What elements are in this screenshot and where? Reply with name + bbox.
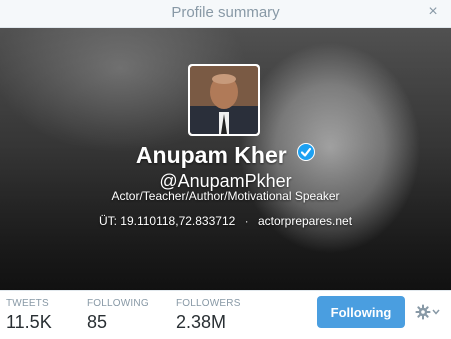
stat-value: 85 xyxy=(87,312,108,332)
avatar[interactable] xyxy=(188,64,260,136)
stat-followers[interactable]: FOLLOWERS 2.38M xyxy=(176,298,241,333)
stat-label: TWEETS xyxy=(6,298,49,309)
dialog-header: Profile summary × xyxy=(0,0,451,28)
close-icon: × xyxy=(428,3,438,20)
profile-name-row: Anupam Kher xyxy=(0,142,451,169)
dialog-title: Profile summary xyxy=(171,4,280,21)
close-button[interactable]: × xyxy=(424,3,442,21)
profile-location: ÜT: 19.110118,72.833712 xyxy=(98,214,236,228)
profile-summary-dialog: Profile summary × Anupam Kher @AnupamPkh… xyxy=(0,0,451,339)
profile-banner: Anupam Kher @AnupamPkher Actor/Teacher/A… xyxy=(0,28,451,290)
profile-name[interactable]: Anupam Kher xyxy=(136,142,287,168)
avatar-image xyxy=(190,66,258,134)
chevron-down-icon xyxy=(432,309,440,315)
following-button[interactable]: Following xyxy=(317,296,405,328)
profile-website-link[interactable]: actorprepares.net xyxy=(258,214,352,228)
stat-value: 2.38M xyxy=(176,312,227,332)
gear-icon xyxy=(415,304,440,320)
stat-value: 11.5K xyxy=(6,312,52,332)
separator: · xyxy=(244,214,249,228)
stat-following[interactable]: FOLLOWING 85 xyxy=(87,298,149,333)
settings-dropdown-button[interactable] xyxy=(413,300,443,324)
profile-bio: Actor/Teacher/Author/Motivational Speake… xyxy=(111,189,340,203)
stat-tweets[interactable]: TWEETS 11.5K xyxy=(6,298,52,333)
stat-label: FOLLOWERS xyxy=(176,298,241,309)
verified-badge-icon xyxy=(297,143,316,161)
profile-location-row: ÜT: 19.110118,72.833712 · actorprepares.… xyxy=(0,214,451,228)
stat-label: FOLLOWING xyxy=(87,298,149,309)
